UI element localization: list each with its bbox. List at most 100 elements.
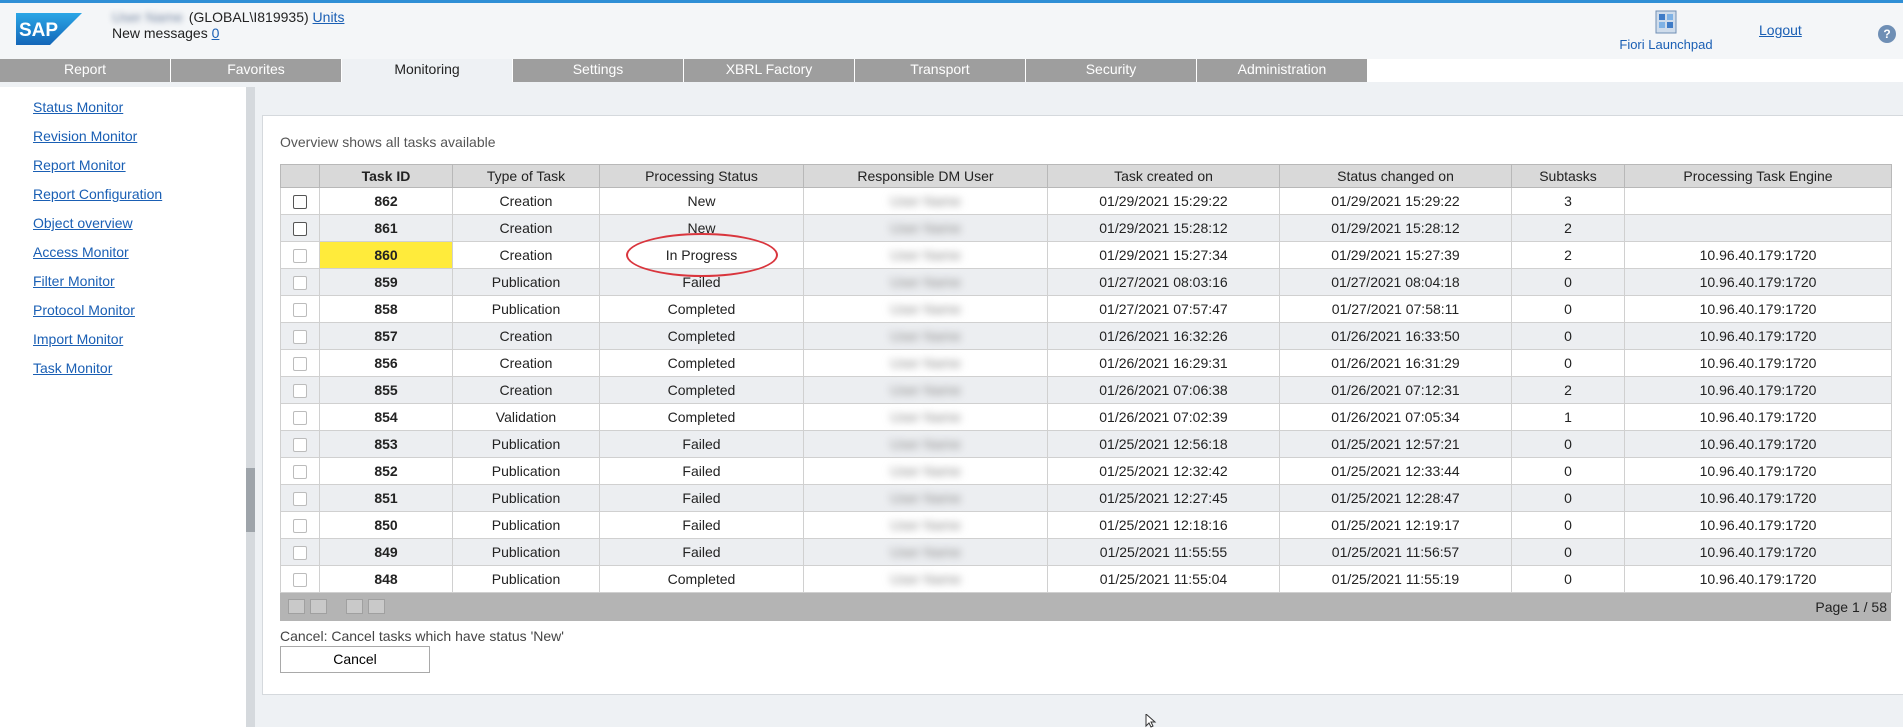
sidebar-item-access-monitor[interactable]: Access Monitor (33, 244, 129, 260)
task-type-cell: Publication (452, 511, 600, 539)
task-id-cell: 862 (319, 187, 453, 215)
user-name-blurred: User Name (890, 571, 961, 587)
table-row[interactable]: 858 Publication Completed User Name 01/27/20… (280, 295, 1892, 323)
status-changed-cell: 01/26/2021 16:31:29 (1279, 349, 1512, 377)
subtasks-cell: 0 (1511, 538, 1625, 566)
messages-count-link[interactable]: 0 (212, 25, 220, 41)
responsible-user-cell: User Name (803, 241, 1048, 269)
header-type-of-task[interactable]: Type of Task (452, 164, 600, 188)
tab-security[interactable]: Security (1026, 59, 1196, 82)
row-select-cell (280, 322, 320, 350)
subtasks-cell: 2 (1511, 241, 1625, 269)
subtasks-cell: 0 (1511, 565, 1625, 593)
task-id-cell: 859 (319, 268, 453, 296)
splitter-handle[interactable] (246, 468, 255, 532)
table-row[interactable]: 852 Publication Failed User Name 01/25/2021 … (280, 457, 1892, 485)
header-task-id[interactable]: Task ID (319, 164, 453, 188)
help-icon[interactable]: ? (1878, 25, 1896, 43)
previous-page-icon[interactable] (310, 599, 327, 614)
row-select-cell (280, 484, 320, 512)
table-row[interactable]: 851 Publication Failed User Name 01/25/2021 … (280, 484, 1892, 512)
row-checkbox[interactable] (293, 195, 307, 210)
sidebar-item-status-monitor[interactable]: Status Monitor (33, 99, 123, 115)
fiori-launchpad-link[interactable]: Fiori Launchpad (1596, 9, 1736, 52)
logout-link[interactable]: Logout (1759, 22, 1802, 38)
tab-favorites[interactable]: Favorites (171, 59, 341, 82)
sidebar-item-object-overview[interactable]: Object overview (33, 215, 133, 231)
status-changed-cell: 01/25/2021 11:55:19 (1279, 565, 1512, 593)
table-row[interactable]: 849 Publication Failed User Name 01/25/2021 … (280, 538, 1892, 566)
header-subtasks[interactable]: Subtasks (1511, 164, 1625, 188)
sidebar-item-revision-monitor[interactable]: Revision Monitor (33, 128, 137, 144)
tab-administration[interactable]: Administration (1197, 59, 1367, 82)
header-task-created-on[interactable]: Task created on (1047, 164, 1280, 188)
header-status-changed-on[interactable]: Status changed on (1279, 164, 1512, 188)
sap-logo: SAP (16, 13, 82, 45)
table-row[interactable]: 848 Publication Completed User Name 01/25/20… (280, 565, 1892, 593)
task-created-cell: 01/27/2021 07:57:47 (1047, 295, 1280, 323)
table-row[interactable]: 850 Publication Failed User Name 01/25/2021 … (280, 511, 1892, 539)
status-changed-cell: 01/25/2021 12:19:17 (1279, 511, 1512, 539)
sidebar-item-import-monitor[interactable]: Import Monitor (33, 331, 123, 347)
task-id-cell: 848 (319, 565, 453, 593)
table-row[interactable]: 854 Validation Completed User Name 01/26/202… (280, 403, 1892, 431)
user-name-blurred: User Name (890, 274, 961, 290)
sidebar-item-report-monitor[interactable]: Report Monitor (33, 157, 126, 173)
user-name-blurred: User Name (890, 193, 961, 209)
tab-report[interactable]: Report (0, 59, 170, 82)
processing-status-cell: New (599, 214, 804, 242)
table-row[interactable]: 855 Creation Completed User Name 01/26/2021 … (280, 376, 1892, 404)
sidebar-item-filter-monitor[interactable]: Filter Monitor (33, 273, 115, 289)
sidebar-item-task-monitor[interactable]: Task Monitor (33, 360, 112, 376)
tab-transport[interactable]: Transport (855, 59, 1025, 82)
tab-xbrl-factory[interactable]: XBRL Factory (684, 59, 854, 82)
last-page-icon[interactable] (368, 599, 385, 614)
units-link[interactable]: Units (313, 9, 345, 25)
tab-settings[interactable]: Settings (513, 59, 683, 82)
task-created-cell: 01/29/2021 15:29:22 (1047, 187, 1280, 215)
first-page-icon[interactable] (288, 599, 305, 614)
table-row[interactable]: 859 Publication Failed User Name 01/27/2021 … (280, 268, 1892, 296)
processing-status-cell: Failed (599, 538, 804, 566)
row-select-cell (280, 187, 320, 215)
responsible-user-cell: User Name (803, 403, 1048, 431)
user-name-blurred: User Name (890, 247, 961, 263)
task-id-cell: 850 (319, 511, 453, 539)
row-select-cell (280, 295, 320, 323)
row-select-cell (280, 511, 320, 539)
row-select-cell (280, 403, 320, 431)
row-checkbox (293, 384, 307, 399)
table-row[interactable]: 860 Creation In Progress User Name 01/29/202… (280, 241, 1892, 269)
sidebar-splitter[interactable] (246, 87, 255, 727)
header-processing-status[interactable]: Processing Status (599, 164, 804, 188)
tab-monitoring[interactable]: Monitoring (342, 59, 512, 82)
processing-status-cell: Failed (599, 457, 804, 485)
header-processing-task-engine[interactable]: Processing Task Engine (1624, 164, 1892, 188)
task-id-cell: 852 (319, 457, 453, 485)
header-responsible-user[interactable]: Responsible DM User (803, 164, 1048, 188)
task-id-cell: 855 (319, 376, 453, 404)
next-page-icon[interactable] (346, 599, 363, 614)
task-engine-cell (1624, 214, 1892, 242)
sidebar: Status Monitor Revision Monitor Report M… (0, 87, 246, 727)
task-type-cell: Validation (452, 403, 600, 431)
row-select-cell (280, 241, 320, 269)
processing-status-cell: Failed (599, 430, 804, 458)
sap-logo-text: SAP (19, 20, 58, 41)
user-id: (GLOBAL\I819935) (188, 9, 309, 25)
row-select-cell (280, 565, 320, 593)
processing-status-cell: New (599, 187, 804, 215)
responsible-user-cell: User Name (803, 511, 1048, 539)
table-row[interactable]: 862 Creation New User Name 01/29/2021 15:29:… (280, 187, 1892, 215)
table-row[interactable]: 856 Creation Completed User Name 01/26/2021 … (280, 349, 1892, 377)
sidebar-item-report-configuration[interactable]: Report Configuration (33, 186, 162, 202)
responsible-user-cell: User Name (803, 538, 1048, 566)
task-type-cell: Publication (452, 430, 600, 458)
table-row[interactable]: 857 Creation Completed User Name 01/26/2021 … (280, 322, 1892, 350)
sidebar-item-protocol-monitor[interactable]: Protocol Monitor (33, 302, 135, 318)
row-select-cell (280, 349, 320, 377)
table-row[interactable]: 853 Publication Failed User Name 01/25/2021 … (280, 430, 1892, 458)
cancel-button[interactable]: Cancel (280, 646, 430, 673)
table-row[interactable]: 861 Creation New User Name 01/29/2021 15:28:… (280, 214, 1892, 242)
row-checkbox[interactable] (293, 222, 307, 237)
